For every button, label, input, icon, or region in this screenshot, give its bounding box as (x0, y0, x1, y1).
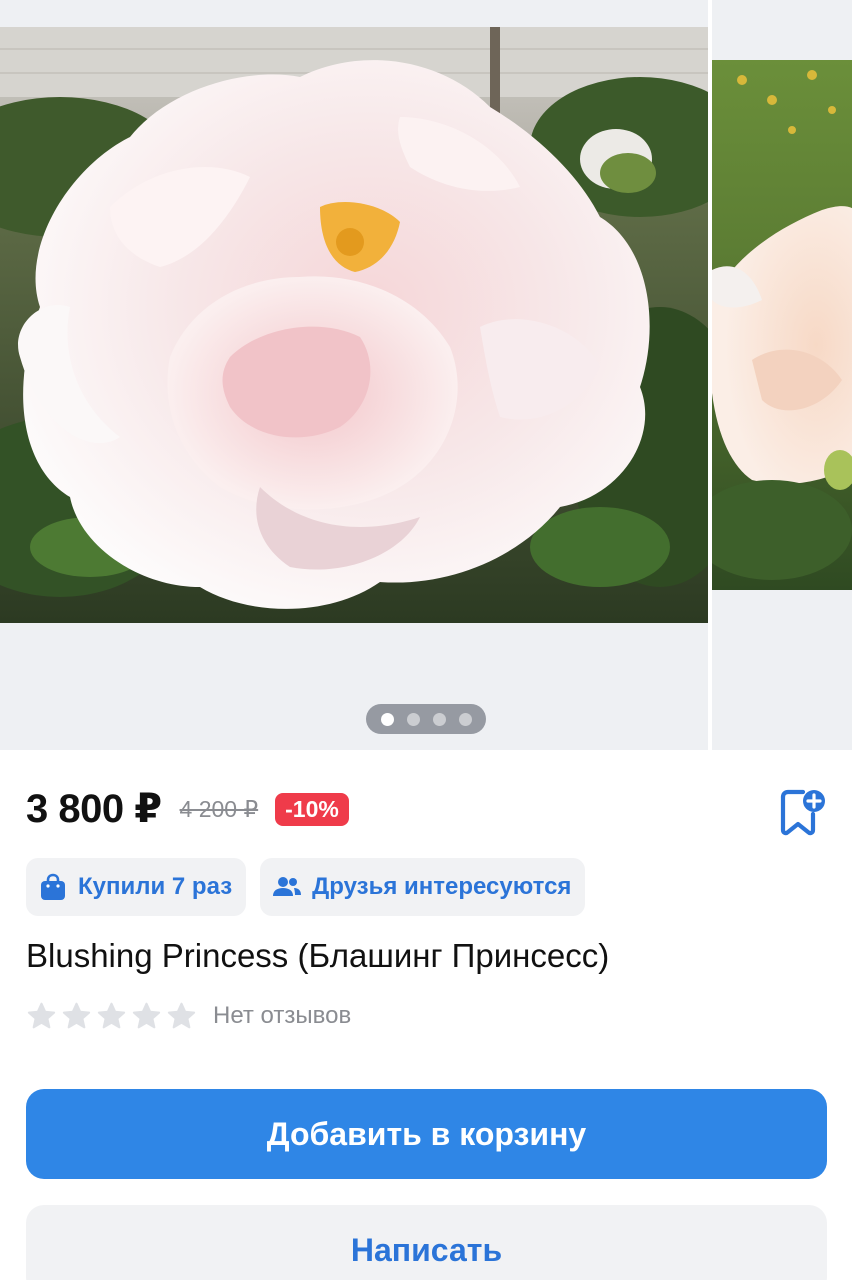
add-to-bookmarks-button[interactable] (776, 788, 826, 838)
price-row: 3 800 ₽ 4 200 ₽ -10% (26, 785, 349, 833)
friends-icon (272, 872, 302, 902)
pagination-dot-3[interactable] (432, 712, 446, 726)
product-photo-peony-2[interactable] (712, 60, 852, 590)
add-to-cart-button[interactable]: Добавить в корзину (26, 1089, 827, 1179)
current-price: 3 800 ₽ (26, 787, 162, 831)
old-price: 4 200 ₽ (179, 795, 259, 822)
bookmark-add-icon (776, 789, 826, 842)
star-empty-icon (167, 1002, 196, 1028)
bought-count-chip[interactable]: Купили 7 раз (26, 858, 247, 916)
friends-interested-label: Друзья интересуются (312, 873, 572, 900)
write-message-button[interactable]: Написать (26, 1205, 827, 1280)
reviews-label: Нет отзывов (213, 1002, 352, 1029)
pagination-dot-4[interactable] (458, 712, 472, 726)
star-empty-icon (27, 1002, 56, 1028)
product-title: Blushing Princess (Блашинг Принсесс) (26, 937, 610, 974)
discount-badge: -10% (275, 792, 349, 826)
gallery-slide-1[interactable] (0, 0, 708, 750)
product-page: 3 800 ₽ 4 200 ₽ -10% Купили 7 раз Друзья… (0, 0, 852, 1280)
gallery-slide-2[interactable] (712, 0, 852, 750)
image-gallery[interactable] (0, 0, 852, 750)
pagination-dot-2[interactable] (406, 712, 420, 726)
rating-row[interactable]: Нет отзывов (26, 996, 351, 1036)
shopping-bag-icon (38, 872, 68, 902)
friends-interested-chip[interactable]: Друзья интересуются (260, 858, 586, 916)
bought-count-label: Купили 7 раз (78, 873, 233, 900)
pagination-dot-1[interactable] (380, 712, 394, 726)
gallery-pagination[interactable] (366, 704, 486, 734)
star-empty-icon (62, 1002, 91, 1028)
rating-stars (26, 1001, 197, 1032)
star-empty-icon (132, 1002, 161, 1028)
product-photo-peony[interactable] (0, 27, 708, 623)
social-proof-chips: Купили 7 раз Друзья интересуются (26, 858, 586, 916)
star-empty-icon (97, 1002, 126, 1028)
